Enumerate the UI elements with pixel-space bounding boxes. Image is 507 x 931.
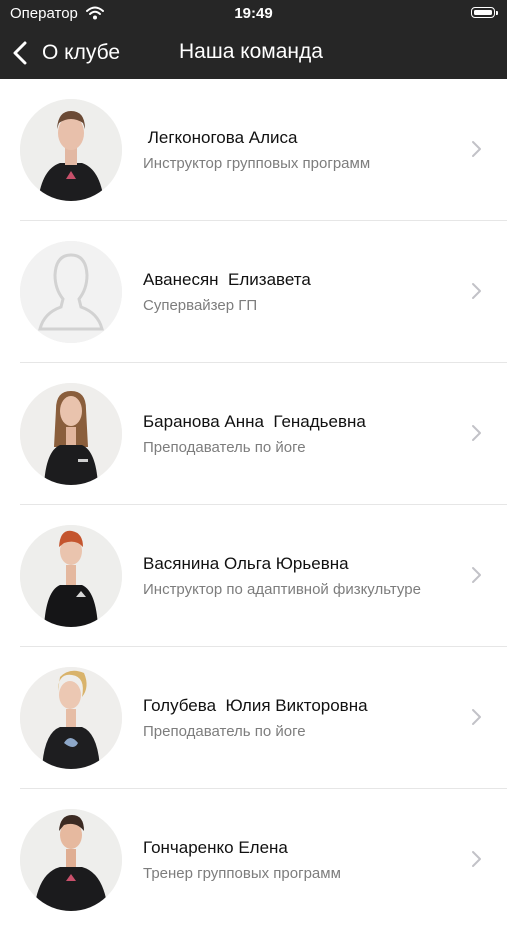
member-role: Инструктор групповых программ bbox=[143, 155, 371, 172]
member-role: Преподаватель по йоге bbox=[143, 439, 306, 456]
avatar bbox=[20, 383, 122, 485]
team-member-item[interactable]: Аванесян Елизавета Супервайзер ГП bbox=[0, 221, 507, 363]
member-role: Преподаватель по йоге bbox=[143, 723, 306, 740]
member-role: Супервайзер ГП bbox=[143, 297, 258, 314]
team-member-item[interactable]: Баранова Анна Генадьевна Преподаватель п… bbox=[0, 363, 507, 505]
member-name: Васянина Ольга Юрьевна bbox=[143, 554, 349, 573]
avatar-placeholder-icon bbox=[20, 241, 122, 343]
back-chevron-icon bbox=[13, 41, 27, 65]
page-title: Наша команда bbox=[179, 40, 323, 63]
header: Оператор 19:49 О клубе Наша команда bbox=[0, 0, 507, 79]
member-name: Баранова Анна Генадьевна bbox=[143, 412, 366, 431]
team-member-item[interactable]: Голубева Юлия Викторовна Преподаватель п… bbox=[0, 647, 507, 789]
member-role: Инструктор по адаптивной физкультуре bbox=[143, 581, 421, 598]
team-member-item[interactable]: Васянина Ольга Юрьевна Инструктор по ада… bbox=[0, 505, 507, 647]
chevron-right-icon bbox=[472, 141, 481, 157]
member-role: Тренер групповых программ bbox=[143, 865, 341, 882]
battery-icon bbox=[471, 7, 498, 18]
chevron-right-icon bbox=[472, 851, 481, 867]
chevron-right-icon bbox=[472, 567, 481, 583]
member-name: Голубева Юлия Викторовна bbox=[143, 696, 368, 715]
back-label: О клубе bbox=[42, 41, 121, 64]
chevron-right-icon bbox=[472, 425, 481, 441]
clock: 19:49 bbox=[234, 5, 273, 22]
avatar bbox=[20, 667, 122, 769]
team-member-item[interactable]: Гончаренко Елена Тренер групповых програ… bbox=[0, 789, 507, 931]
chevron-right-icon bbox=[472, 283, 481, 299]
avatar bbox=[20, 99, 122, 201]
team-member-item[interactable]: Легконогова Алиса Инструктор групповых п… bbox=[0, 79, 507, 221]
avatar bbox=[20, 525, 122, 627]
member-name: Легконогова Алиса bbox=[143, 128, 298, 147]
member-name: Аванесян Елизавета bbox=[143, 270, 311, 289]
status-bar: Оператор 19:49 bbox=[0, 0, 507, 28]
back-button[interactable]: О клубе bbox=[12, 38, 120, 68]
team-list: Легконогова Алиса Инструктор групповых п… bbox=[0, 79, 507, 931]
chevron-right-icon bbox=[472, 709, 481, 725]
avatar bbox=[20, 809, 122, 911]
nav-bar: О клубе Наша команда bbox=[0, 28, 507, 79]
member-name: Гончаренко Елена bbox=[143, 838, 288, 857]
